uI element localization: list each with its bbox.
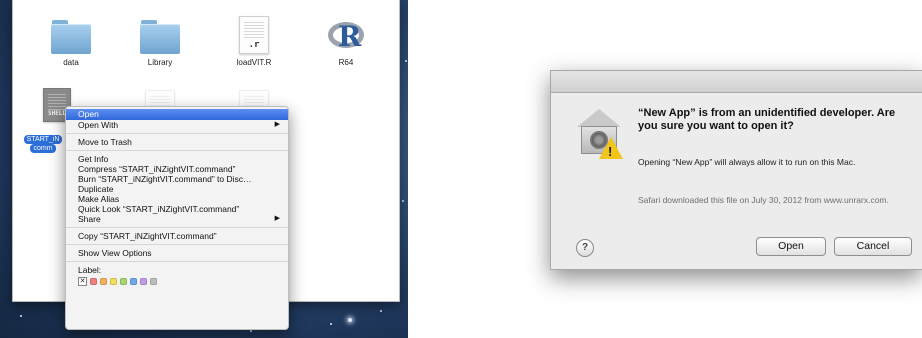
folder-icon [140,20,180,54]
menu-item-label: Label: [78,265,102,275]
label-swatch-orange[interactable] [100,278,107,285]
r-app-icon: R [326,18,366,54]
star [348,318,352,322]
r-script-icon: .r [239,16,269,54]
star [405,60,407,62]
dialog-titlebar [551,71,922,93]
r-glyph: R [338,20,362,53]
file-item-loadvit[interactable]: .r loadVIT.R [214,16,294,67]
file-label: Library [147,58,173,67]
file-item-r64[interactable]: R R64 [306,18,386,67]
security-warning-icon: ! [575,109,623,161]
label-swatch-yellow[interactable] [110,278,117,285]
security-dialog: ! “New App” is from an unidentified deve… [550,70,922,270]
star [330,323,332,325]
menu-item-open[interactable]: Open [66,109,288,120]
label-color-row: ✕ [66,275,288,286]
submenu-arrow-icon: ▶ [274,215,280,222]
menu-separator [66,227,288,228]
star [250,330,252,332]
label-swatch-blue[interactable] [130,278,137,285]
file-label: R64 [338,58,354,67]
menu-item-get-info[interactable]: Get Info [66,154,288,164]
menu-item-open-with[interactable]: Open With ▶ [66,120,288,130]
menu-separator [66,244,288,245]
file-extension: .r [248,40,260,50]
desktop-background: data Library .r loadVIT.R R R64 SHELL ST… [0,0,408,338]
open-button[interactable]: Open [756,237,826,256]
dialog-source-info: Safari downloaded this file on July 30, … [638,195,889,205]
menu-item-burn[interactable]: Burn “START_iNZightVIT.command” to Disc… [66,174,288,184]
menu-item-quick-look[interactable]: Quick Look “START_iNZightVIT.command” [66,204,288,214]
menu-item-label: Share [78,214,101,224]
menu-item-duplicate[interactable]: Duplicate [66,184,288,194]
label-swatch-green[interactable] [120,278,127,285]
dialog-title: “New App” is from an unidentified develo… [638,107,896,132]
cancel-button[interactable]: Cancel [834,237,912,256]
label-none-swatch[interactable]: ✕ [78,277,87,286]
star [20,315,22,317]
label-swatch-red[interactable] [90,278,97,285]
label-swatch-gray[interactable] [150,278,157,285]
submenu-arrow-icon: ▶ [274,121,280,128]
menu-item-compress[interactable]: Compress “START_iNZightVIT.command” [66,164,288,174]
file-item-library[interactable]: Library [120,20,200,67]
menu-item-move-to-trash[interactable]: Move to Trash [66,137,288,147]
menu-item-show-view-options[interactable]: Show View Options [66,248,288,258]
folder-icon [51,20,91,54]
help-button[interactable]: ? [576,239,594,257]
menu-separator [66,150,288,151]
file-label: data [63,58,79,67]
menu-item-share[interactable]: Share ▶ [66,214,288,224]
file-item-data[interactable]: data [31,20,111,67]
context-menu: Open Open With ▶ Move to Trash Get Info … [65,106,289,330]
menu-item-copy[interactable]: Copy “START_iNZightVIT.command” [66,231,288,241]
label-swatch-purple[interactable] [140,278,147,285]
file-label: loadVIT.R [236,58,272,67]
selected-file-name-line2: comm [30,144,56,153]
menu-separator [66,133,288,134]
selected-file-name-line1: START_iN [23,135,63,144]
menu-item-label: Open With [78,120,119,130]
star [402,200,404,202]
menu-separator [66,261,288,262]
warning-mark: ! [608,144,613,159]
dialog-message: Opening “New App” will always allow it t… [638,157,856,167]
star [380,310,382,312]
menu-item-make-alias[interactable]: Make Alias [66,194,288,204]
